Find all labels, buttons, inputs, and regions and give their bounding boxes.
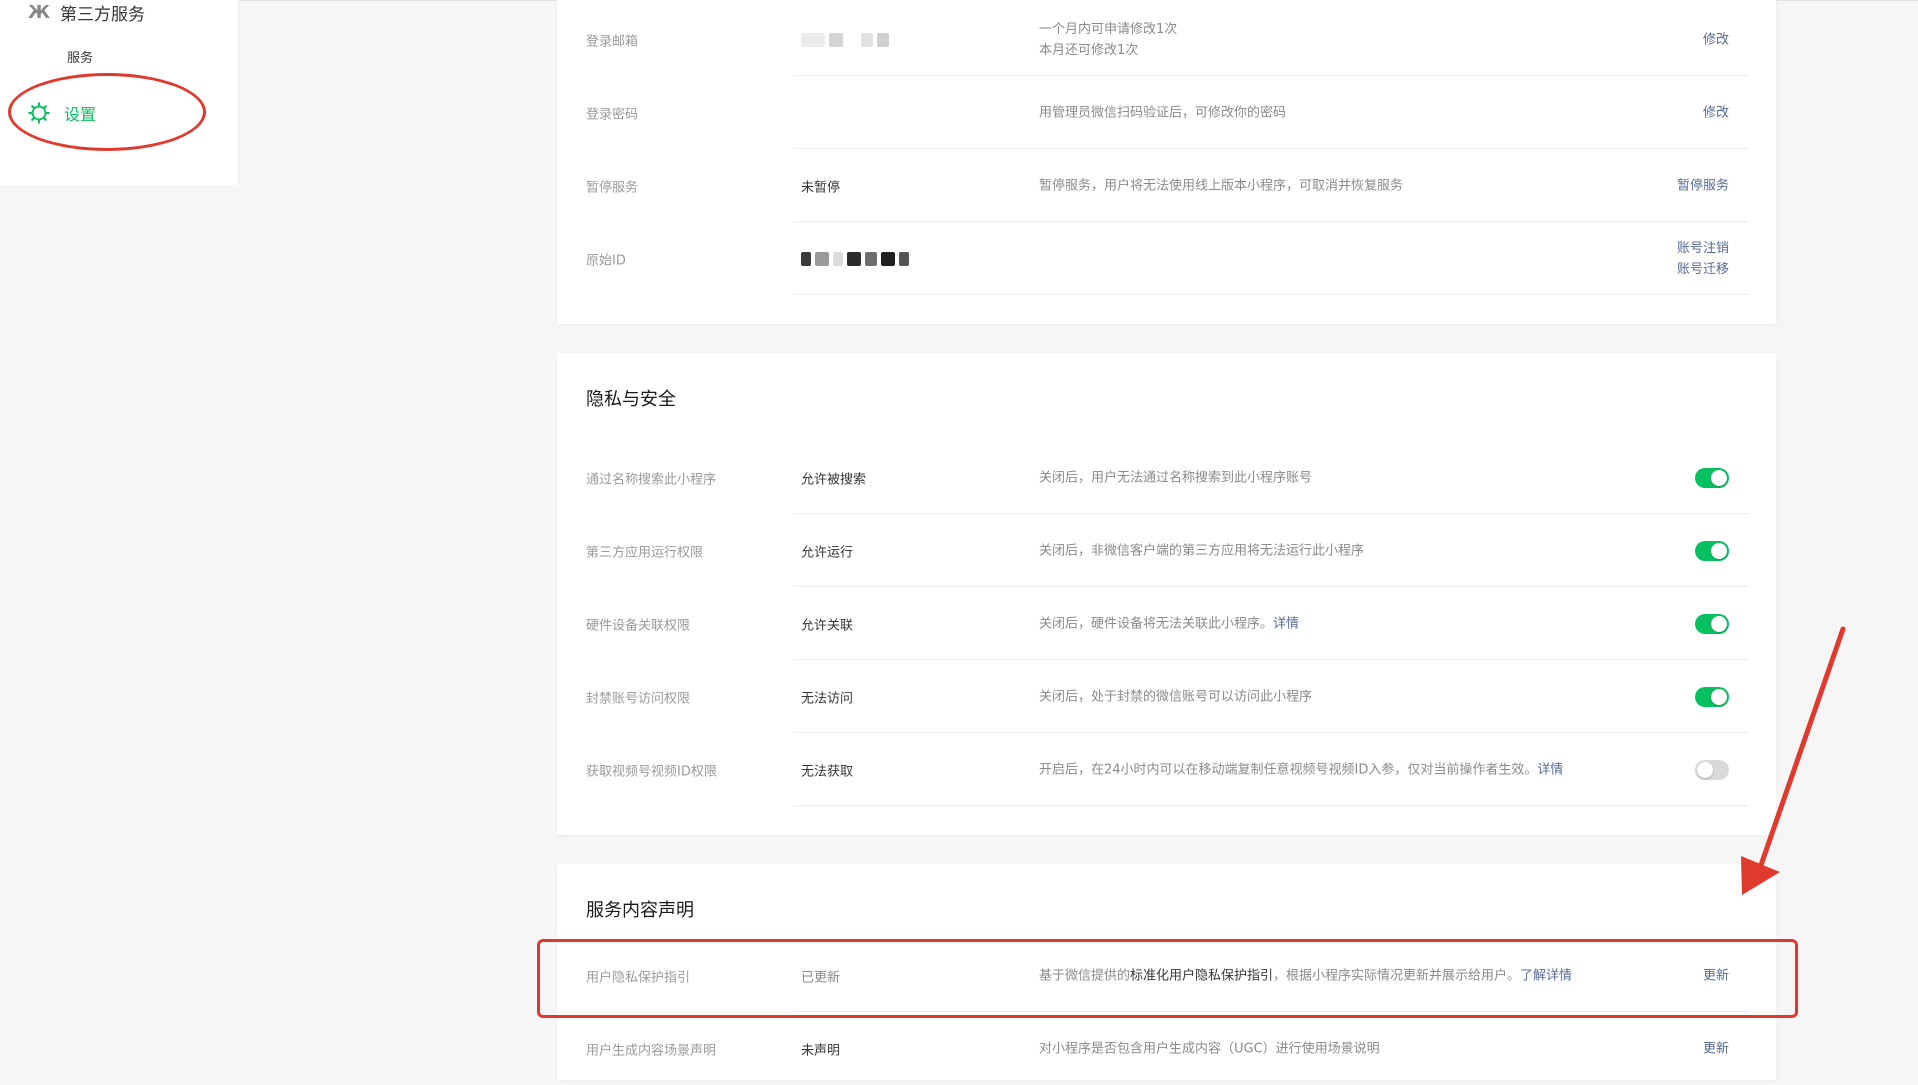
row-value: 允许关联 <box>801 618 854 633</box>
row-desc: 关闭后，用户无法通过名称搜索到此小程序账号 <box>1039 470 1313 485</box>
row-value: 允许被搜索 <box>801 472 867 487</box>
row-search-by-name: 通过名称搜索此小程序 允许被搜索 关闭后，用户无法通过名称搜索到此小程序账号 <box>586 441 1749 514</box>
pause-service-button[interactable]: 暂停服务 <box>1677 175 1729 196</box>
redacted-original-id <box>801 251 909 266</box>
row-pause-service: 暂停服务 未暂停 暂停服务，用户将无法使用线上版本小程序，可取消并恢复服务 暂停… <box>586 149 1749 222</box>
row-label: 封禁账号访问权限 <box>586 691 691 706</box>
row-value: 未暂停 <box>801 180 841 195</box>
hardware-link-toggle[interactable] <box>1695 613 1729 634</box>
row-hardware-link: 硬件设备关联权限 允许关联 关闭后，硬件设备将无法关联此小程序。详情 <box>586 587 1749 660</box>
banned-access-toggle[interactable] <box>1695 686 1729 707</box>
edit-password-button[interactable]: 修改 <box>1703 102 1729 123</box>
row-label: 暂停服务 <box>586 180 639 195</box>
row-value: 无法获取 <box>801 764 854 779</box>
row-desc: 开启后，在24小时内可以在移动端复制任意视频号视频ID入参，仅对当前操作者生效。… <box>1039 762 1564 777</box>
edit-email-button[interactable]: 修改 <box>1703 29 1729 50</box>
row-label: 登录密码 <box>586 107 639 122</box>
video-id-toggle[interactable] <box>1695 759 1729 780</box>
row-desc: 用管理员微信扫码验证后，可修改你的密码 <box>1039 105 1287 120</box>
row-desc: 关闭后，处于封禁的微信账号可以访问此小程序 <box>1039 689 1313 704</box>
sidebar-item-services[interactable]: 服务 <box>67 47 93 66</box>
row-desc: 关闭后，非微信客户端的第三方应用将无法运行此小程序 <box>1039 543 1365 558</box>
migrate-account-link[interactable]: 账号迁移 <box>1677 259 1729 280</box>
row-desc: 关闭后，硬件设备将无法关联此小程序。详情 <box>1039 616 1300 631</box>
row-desc: 对小程序是否包含用户生成内容（UGC）进行使用场景说明 <box>1039 1041 1380 1056</box>
row-label: 第三方应用运行权限 <box>586 545 704 560</box>
sidebar-group-label: 第三方服务 <box>60 5 146 25</box>
row-value: 无法访问 <box>801 691 854 706</box>
row-desc: 暂停服务，用户将无法使用线上版本小程序，可取消并恢复服务 <box>1039 178 1404 193</box>
row-third-party-run: 第三方应用运行权限 允许运行 关闭后，非微信客户端的第三方应用将无法运行此小程序 <box>586 514 1749 587</box>
update-ugc-button[interactable]: 更新 <box>1703 1038 1729 1059</box>
details-link[interactable]: 详情 <box>1273 616 1299 631</box>
app-logo-icon: Ж <box>28 2 50 23</box>
third-party-run-toggle[interactable] <box>1695 540 1729 561</box>
row-label: 获取视频号视频ID权限 <box>586 764 717 779</box>
details-link[interactable]: 详情 <box>1537 762 1563 777</box>
sidebar-group-third-party[interactable]: Ж 第三方服务 <box>28 0 145 25</box>
row-video-id: 获取视频号视频ID权限 无法获取 开启后，在24小时内可以在移动端复制任意视频号… <box>586 733 1749 806</box>
row-label: 用户生成内容场景声明 <box>586 1043 717 1058</box>
section-title: 隐私与安全 <box>586 389 676 410</box>
privacy-security-card: 隐私与安全 通过名称搜索此小程序 允许被搜索 关闭后，用户无法通过名称搜索到此小… <box>557 353 1776 835</box>
row-login-password: 登录密码 用管理员微信扫码验证后，可修改你的密码 修改 <box>586 76 1749 149</box>
row-label: 原始ID <box>586 253 626 268</box>
row-banned-access: 封禁账号访问权限 无法访问 关闭后，处于封禁的微信账号可以访问此小程序 <box>586 660 1749 733</box>
cancel-account-link[interactable]: 账号注销 <box>1677 238 1729 259</box>
row-label: 通过名称搜索此小程序 <box>586 472 717 487</box>
account-actions: 账号注销 账号迁移 <box>1677 238 1729 280</box>
section-title: 服务内容声明 <box>586 900 694 921</box>
row-login-email: 登录邮箱 一个月内可申请修改1次 本月还可修改1次 修改 <box>586 3 1749 76</box>
row-ugc-declaration: 用户生成内容场景声明 未声明 对小程序是否包含用户生成内容（UGC）进行使用场景… <box>586 1012 1749 1085</box>
row-label: 登录邮箱 <box>586 34 639 49</box>
row-divider <box>794 805 1749 806</box>
row-desc: 一个月内可申请修改1次 本月还可修改1次 <box>1039 21 1178 58</box>
row-value: 允许运行 <box>801 545 854 560</box>
privacy-guide-highlight-box <box>537 939 1798 1018</box>
row-original-id: 原始ID 账号注销 账号迁移 <box>586 222 1749 295</box>
row-label: 硬件设备关联权限 <box>586 618 691 633</box>
search-toggle[interactable] <box>1695 467 1729 488</box>
settings-highlight-oval <box>8 73 206 151</box>
redacted-email <box>801 32 889 47</box>
row-value: 未声明 <box>801 1043 841 1058</box>
account-info-card: 登录邮箱 一个月内可申请修改1次 本月还可修改1次 修改 登录密码 用管理员微信… <box>557 0 1776 324</box>
row-divider <box>794 294 1749 295</box>
